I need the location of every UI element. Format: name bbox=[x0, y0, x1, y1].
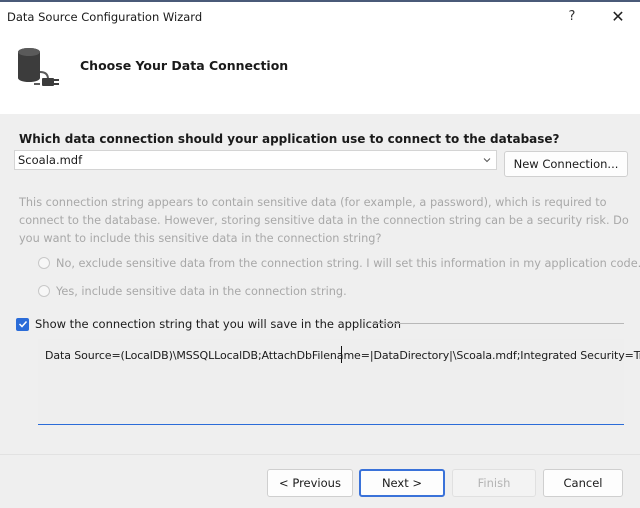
show-connection-string-checkbox-row[interactable]: Show the connection string that you will… bbox=[16, 316, 401, 332]
chevron-down-icon[interactable] bbox=[481, 154, 493, 166]
window-title: Data Source Configuration Wizard bbox=[7, 10, 203, 24]
connection-string-part-2: =|DataDirectory|\Scoala.mdf;Integrated S… bbox=[360, 349, 640, 362]
radio-button[interactable] bbox=[38, 285, 50, 297]
text-caret bbox=[341, 346, 342, 363]
checkmark-icon bbox=[18, 320, 27, 328]
radio-exclude-sensitive[interactable]: No, exclude sensitive data from the conn… bbox=[38, 255, 640, 271]
previous-button[interactable]: < Previous bbox=[267, 469, 353, 497]
connection-question-label: Which data connection should your applic… bbox=[19, 132, 560, 146]
finish-button[interactable]: Finish bbox=[452, 469, 536, 497]
footer-divider bbox=[0, 454, 640, 455]
next-button[interactable]: Next > bbox=[359, 469, 445, 497]
cancel-button[interactable]: Cancel bbox=[543, 469, 623, 497]
connection-selected-value: Scoala.mdf bbox=[18, 153, 83, 167]
page-title: Choose Your Data Connection bbox=[80, 58, 289, 73]
new-connection-button[interactable]: New Connection... bbox=[504, 151, 628, 177]
sensitive-data-description: This connection string appears to contai… bbox=[19, 196, 629, 245]
radio-exclude-label: No, exclude sensitive data from the conn… bbox=[56, 256, 640, 270]
connection-string-text: Data Source=(LocalDB)\MSSQLLocalDB;Attac… bbox=[45, 349, 640, 362]
help-button[interactable]: ? bbox=[560, 5, 584, 29]
radio-include-label: Yes, include sensitive data in the conne… bbox=[56, 284, 347, 298]
close-button[interactable]: ✕ bbox=[604, 5, 632, 29]
title-bar: Data Source Configuration Wizard ? ✕ bbox=[0, 2, 640, 32]
wizard-header: Choose Your Data Connection bbox=[0, 32, 640, 114]
connection-combobox[interactable]: Scoala.mdf bbox=[14, 150, 497, 170]
radio-include-sensitive[interactable]: Yes, include sensitive data in the conne… bbox=[38, 283, 347, 299]
radio-button[interactable] bbox=[38, 257, 50, 269]
wizard-window: Data Source Configuration Wizard ? ✕ Cho… bbox=[0, 0, 640, 508]
group-divider bbox=[372, 323, 624, 324]
show-connection-string-label: Show the connection string that you will… bbox=[35, 317, 402, 331]
database-connection-icon bbox=[18, 48, 59, 86]
connection-string-part-1: Data Source=(LocalDB)\MSSQLLocalDB;Attac… bbox=[45, 349, 361, 362]
connection-string-textbox[interactable]: Data Source=(LocalDB)\MSSQLLocalDB;Attac… bbox=[38, 339, 640, 425]
show-connection-string-checkbox[interactable] bbox=[16, 317, 29, 331]
